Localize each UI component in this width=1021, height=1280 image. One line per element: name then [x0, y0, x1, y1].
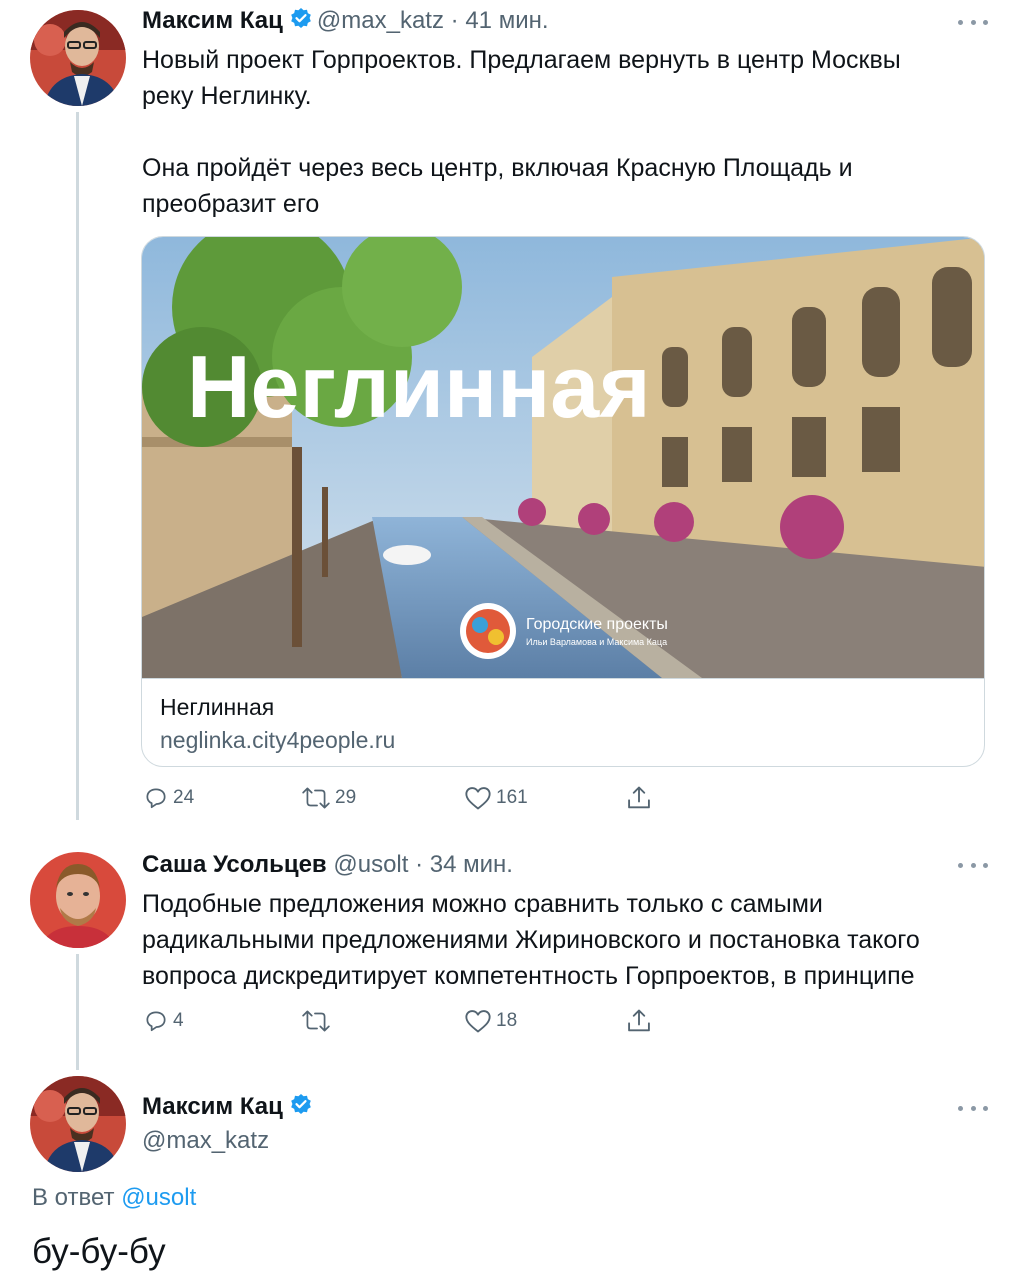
- reply-prefix: В ответ: [32, 1184, 115, 1211]
- reply-mention-link[interactable]: @usolt: [121, 1184, 196, 1211]
- thread-line: [76, 112, 79, 820]
- logo-text: Городские проекты: [526, 616, 668, 633]
- tweet-text-line: Она пройдёт через весь центр, включая Кр…: [142, 154, 853, 182]
- card-overlay-title: Неглинная: [187, 337, 651, 436]
- verified-badge-icon: [289, 1093, 313, 1125]
- verified-badge-icon: [289, 7, 313, 39]
- tweet-text: Новый проект Горпроектов. Предлагаем вер…: [142, 42, 901, 222]
- avatar-image: [30, 852, 126, 948]
- link-card[interactable]: Неглинная Городские проекты Ильи Варламо…: [141, 236, 985, 767]
- card-divider: [142, 678, 984, 679]
- logo-subtext: Ильи Варламова и Максима Каца: [526, 637, 667, 647]
- like-icon: [465, 1010, 491, 1033]
- avatar-image: [30, 1076, 126, 1172]
- author-name[interactable]: Максим Кац: [142, 1093, 283, 1120]
- tweet-text-line: вопроса дискредитирует компетентность Го…: [142, 962, 915, 990]
- like-button[interactable]: 161: [464, 785, 528, 811]
- avatar[interactable]: [30, 10, 126, 106]
- author-handle-line: @max_katz: [142, 1126, 269, 1156]
- author-handle[interactable]: @usolt: [333, 851, 408, 878]
- reply-count: 4: [173, 1010, 184, 1031]
- tweet-header: Саша Усольцев @usolt · 34 мин.: [142, 850, 513, 880]
- tweet-text-line: реку Неглинку.: [142, 82, 312, 110]
- avatar-image: [30, 10, 126, 106]
- tweet-text-line: Новый проект Горпроектов. Предлагаем вер…: [142, 46, 901, 74]
- reply-button[interactable]: 24: [143, 785, 194, 811]
- tweet-text-line: преобразит его: [142, 190, 320, 218]
- retweet-icon: [302, 1010, 330, 1032]
- retweet-icon: [302, 787, 330, 809]
- share-button[interactable]: [625, 1007, 653, 1035]
- reply-icon: [146, 788, 166, 809]
- timestamp[interactable]: 34 мин.: [430, 851, 513, 878]
- thread-line: [76, 954, 79, 1070]
- tweet-header: Максим Кац @max_katz · 41 мин.: [142, 6, 549, 39]
- more-icon[interactable]: [958, 1104, 988, 1112]
- tweet-text-line: радикальными предложениями Жириновского …: [142, 926, 920, 954]
- tweet-text: Подобные предложения можно сравнить толь…: [142, 886, 920, 994]
- share-icon: [628, 1009, 650, 1032]
- like-icon: [465, 787, 491, 810]
- reply-icon: [146, 1011, 166, 1032]
- like-count: 18: [496, 1010, 518, 1031]
- tweet-text-line: Подобные предложения можно сравнить толь…: [142, 890, 823, 918]
- separator-dot: ·: [415, 851, 424, 878]
- retweet-button[interactable]: 29: [301, 785, 356, 811]
- like-count: 161: [496, 787, 528, 808]
- reply-count: 24: [173, 787, 195, 808]
- share-button[interactable]: [625, 784, 653, 812]
- card-image: Неглинная Городские проекты Ильи Варламо…: [142, 237, 984, 678]
- retweet-button[interactable]: [301, 1008, 331, 1034]
- retweet-count: 29: [335, 787, 357, 808]
- reply-button[interactable]: 4: [143, 1008, 184, 1034]
- separator-dot: ·: [450, 7, 459, 34]
- card-title: Неглинная: [160, 694, 275, 720]
- author-handle[interactable]: @max_katz: [142, 1127, 269, 1154]
- more-icon[interactable]: [958, 861, 988, 869]
- author-name[interactable]: Саша Усольцев: [142, 851, 327, 878]
- share-icon: [628, 786, 650, 809]
- avatar[interactable]: [30, 852, 126, 948]
- avatar[interactable]: [30, 1076, 126, 1172]
- tweet-header: Максим Кац: [142, 1092, 317, 1125]
- like-button[interactable]: 18: [464, 1008, 517, 1034]
- tweet-text: бу-бу-бу: [32, 1232, 166, 1271]
- author-handle[interactable]: @max_katz: [317, 7, 444, 34]
- timestamp[interactable]: 41 мин.: [465, 7, 548, 34]
- more-icon[interactable]: [958, 18, 988, 26]
- reply-context: В ответ @usolt: [32, 1184, 196, 1212]
- author-name[interactable]: Максим Кац: [142, 7, 283, 34]
- card-url[interactable]: neglinka.city4people.ru: [160, 727, 395, 754]
